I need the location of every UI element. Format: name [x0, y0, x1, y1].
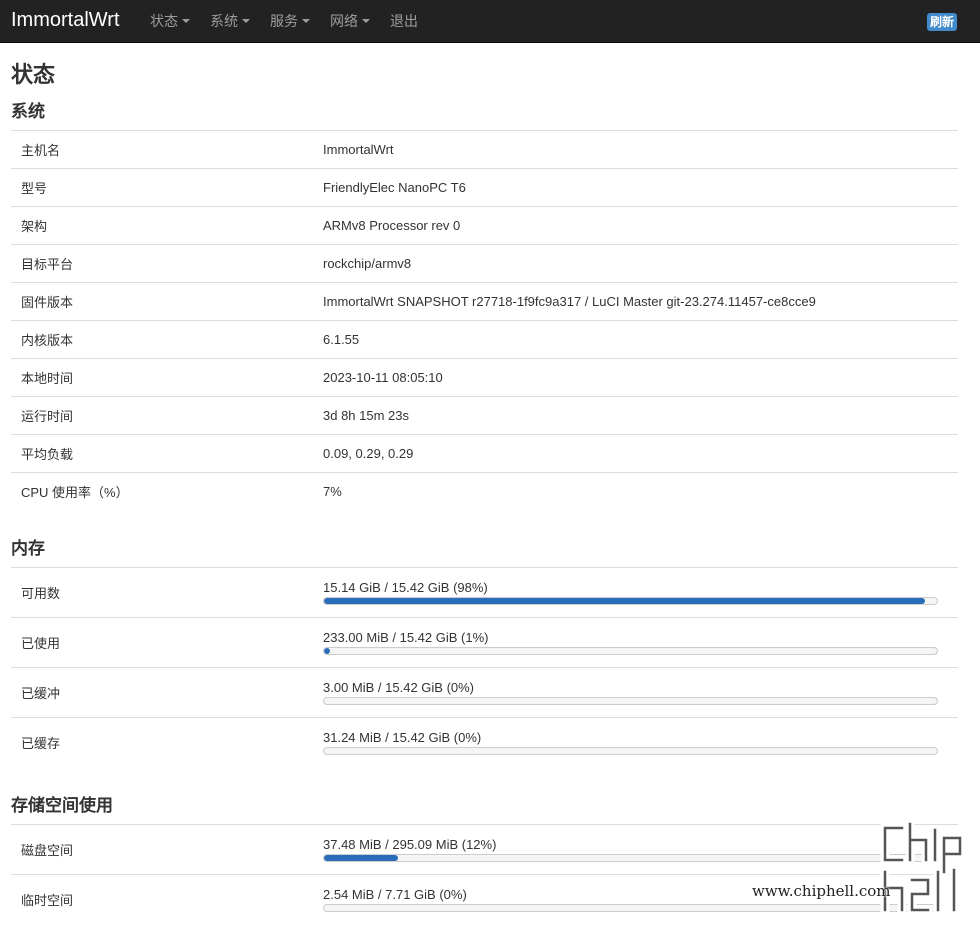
progress-label: 233.00 MiB / 15.42 GiB (1%): [323, 629, 489, 645]
row-value: ARMv8 Processor rev 0: [323, 206, 958, 245]
progress-bar: [323, 903, 938, 912]
menu-logout[interactable]: 退出: [390, 0, 438, 42]
row-value: 2.54 MiB / 7.71 GiB (0%): [323, 874, 958, 924]
row-value: 3.00 MiB / 15.42 GiB (0%): [323, 667, 958, 718]
top-navbar: ImmortalWrt 状态 系统 服务 网络 退出 刷新: [0, 0, 980, 43]
storage-table: 磁盘空间 37.48 MiB / 295.09 MiB (12%) 临时空间 2…: [11, 824, 958, 924]
table-row: 主机名 ImmortalWrt: [11, 130, 958, 169]
system-table: 主机名 ImmortalWrt 型号 FriendlyElec NanoPC T…: [11, 130, 958, 510]
row-key: 固件版本: [11, 282, 323, 321]
progress-bar: [323, 596, 938, 605]
row-value: 7%: [323, 472, 958, 510]
menu-status[interactable]: 状态: [150, 0, 210, 42]
progress-label: 2.54 MiB / 7.71 GiB (0%): [323, 886, 467, 902]
brand-logo[interactable]: ImmortalWrt: [11, 8, 120, 32]
row-key: 可用数: [11, 567, 323, 618]
progress-fill: [324, 854, 398, 861]
row-value: 6.1.55: [323, 320, 958, 359]
progress-bar: [323, 696, 938, 705]
progress-bar: [323, 853, 938, 862]
row-key: 本地时间: [11, 358, 323, 397]
table-row: 可用数 15.14 GiB / 15.42 GiB (98%): [11, 567, 958, 618]
chevron-down-icon: [362, 19, 370, 23]
row-value: rockchip/armv8: [323, 244, 958, 283]
progress-fill: [324, 597, 925, 604]
row-key: CPU 使用率（%）: [11, 472, 323, 510]
progress-bar: [323, 646, 938, 655]
row-value: 15.14 GiB / 15.42 GiB (98%): [323, 567, 958, 618]
row-key: 型号: [11, 168, 323, 207]
menu-system[interactable]: 系统: [210, 0, 270, 42]
progress-bar: [323, 746, 938, 755]
table-row: 已使用 233.00 MiB / 15.42 GiB (1%): [11, 617, 958, 668]
row-key: 运行时间: [11, 396, 323, 435]
row-value: ImmortalWrt SNAPSHOT r27718-1f9fc9a317 /…: [323, 282, 958, 321]
row-value: ImmortalWrt: [323, 130, 958, 169]
progress-label: 15.14 GiB / 15.42 GiB (98%): [323, 579, 488, 595]
row-key: 已使用: [11, 617, 323, 668]
row-key: 目标平台: [11, 244, 323, 283]
main-menu: 状态 系统 服务 网络 退出: [150, 0, 438, 42]
menu-services-label: 服务: [270, 13, 298, 29]
row-key: 临时空间: [11, 874, 323, 924]
row-key: 磁盘空间: [11, 824, 323, 875]
chevron-down-icon: [242, 19, 250, 23]
chevron-down-icon: [302, 19, 310, 23]
row-value: 37.48 MiB / 295.09 MiB (12%): [323, 824, 958, 875]
row-value: 0.09, 0.29, 0.29: [323, 434, 958, 473]
table-row: 已缓冲 3.00 MiB / 15.42 GiB (0%): [11, 667, 958, 718]
page-title: 状态: [11, 62, 56, 87]
table-row: 临时空间 2.54 MiB / 7.71 GiB (0%): [11, 874, 958, 924]
progress-label: 3.00 MiB / 15.42 GiB (0%): [323, 679, 475, 695]
menu-network-label: 网络: [330, 13, 358, 29]
section-title-system: 系统: [11, 102, 45, 121]
progress-label: 31.24 MiB / 15.42 GiB (0%): [323, 729, 482, 745]
table-row: 运行时间 3d 8h 15m 23s: [11, 396, 958, 435]
row-value: 233.00 MiB / 15.42 GiB (1%): [323, 617, 958, 668]
section-title-memory: 内存: [11, 539, 45, 558]
row-value: FriendlyElec NanoPC T6: [323, 168, 958, 207]
row-key: 已缓存: [11, 717, 323, 767]
row-key: 架构: [11, 206, 323, 245]
section-title-storage: 存储空间使用: [11, 796, 113, 815]
row-value: 3d 8h 15m 23s: [323, 396, 958, 435]
progress-fill: [324, 647, 331, 654]
memory-table: 可用数 15.14 GiB / 15.42 GiB (98%) 已使用 233.…: [11, 567, 958, 767]
table-row: 已缓存 31.24 MiB / 15.42 GiB (0%): [11, 717, 958, 767]
table-row: 固件版本 ImmortalWrt SNAPSHOT r27718-1f9fc9a…: [11, 282, 958, 321]
table-row: 本地时间 2023-10-11 08:05:10: [11, 358, 958, 397]
table-row: 内核版本 6.1.55: [11, 320, 958, 359]
progress-label: 37.48 MiB / 295.09 MiB (12%): [323, 836, 497, 852]
row-key: 已缓冲: [11, 667, 323, 718]
table-row: 目标平台 rockchip/armv8: [11, 244, 958, 283]
menu-services[interactable]: 服务: [270, 0, 330, 42]
table-row: 磁盘空间 37.48 MiB / 295.09 MiB (12%): [11, 824, 958, 875]
row-value: 2023-10-11 08:05:10: [323, 358, 958, 397]
menu-logout-label: 退出: [390, 13, 418, 29]
refresh-button[interactable]: 刷新: [927, 13, 957, 31]
row-value: 31.24 MiB / 15.42 GiB (0%): [323, 717, 958, 767]
chevron-down-icon: [182, 19, 190, 23]
table-row: 平均负载 0.09, 0.29, 0.29: [11, 434, 958, 473]
table-row: 型号 FriendlyElec NanoPC T6: [11, 168, 958, 207]
row-key: 主机名: [11, 130, 323, 169]
row-key: 内核版本: [11, 320, 323, 359]
row-key: 平均负载: [11, 434, 323, 473]
menu-status-label: 状态: [150, 13, 178, 29]
menu-network[interactable]: 网络: [330, 0, 390, 42]
menu-system-label: 系统: [210, 13, 238, 29]
table-row: 架构 ARMv8 Processor rev 0: [11, 206, 958, 245]
table-row: CPU 使用率（%） 7%: [11, 472, 958, 510]
